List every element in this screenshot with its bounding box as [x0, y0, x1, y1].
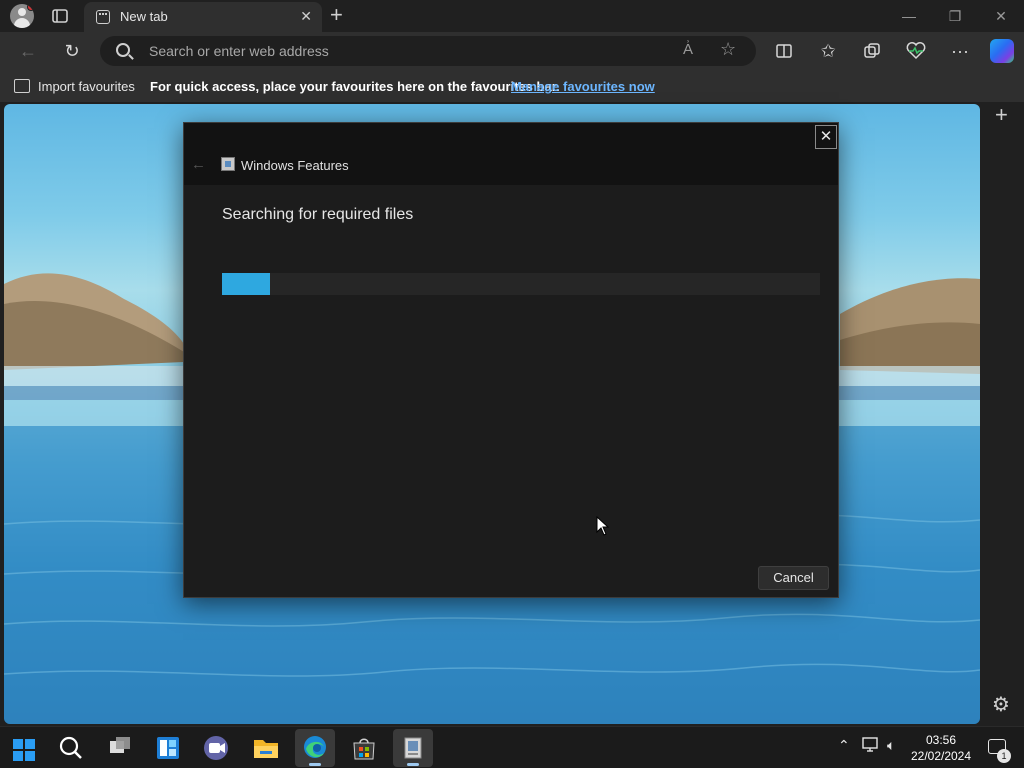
microsoft-store-button[interactable] [344, 729, 384, 767]
profile-avatar-icon[interactable] [10, 4, 34, 28]
network-icon[interactable] [862, 737, 880, 756]
start-button[interactable] [2, 729, 42, 767]
refresh-icon[interactable]: ↻ [60, 39, 84, 63]
favorites-bar-message: For quick access, place your favourites … [150, 79, 560, 94]
windows-features-dialog: ← Windows Features ✕ Searching for requi… [183, 122, 839, 598]
import-favorites-icon [14, 79, 30, 93]
favorites-bar: Import favourites For quick access, plac… [0, 70, 1024, 102]
new-tab-button[interactable]: + [330, 3, 343, 27]
dialog-header: ← Windows Features ✕ [184, 123, 838, 185]
sidebar-settings-gear-icon[interactable]: ⚙ [992, 692, 1010, 717]
mouse-pointer-icon [596, 516, 610, 536]
teams-chat-button[interactable] [196, 729, 236, 767]
windows-features-app-icon [221, 157, 235, 171]
taskbar-clock[interactable]: 03:56 22/02/2024 [904, 732, 978, 764]
search-icon [116, 43, 130, 57]
task-view-button[interactable] [100, 729, 140, 767]
collections-icon[interactable] [860, 39, 884, 63]
import-favorites-button[interactable]: Import favourites [38, 79, 135, 94]
windows-features-taskbar-button[interactable] [393, 729, 433, 767]
read-aloud-icon[interactable]: A͗ [683, 41, 693, 58]
file-explorer-button[interactable] [246, 729, 286, 767]
tab-label: New tab [120, 9, 168, 24]
close-tab-icon[interactable]: ✕ [300, 8, 312, 25]
minimize-button[interactable]: — [886, 0, 932, 32]
edge-taskbar-button[interactable] [295, 729, 335, 767]
progress-bar [222, 273, 820, 295]
notification-count-badge: 1 [997, 749, 1011, 763]
browser-toolbar: ← ↻ Search or enter web address A͗ ☆ ✩ ·… [0, 32, 1024, 70]
browser-titlebar: New tab ✕ + — ❐ ✕ [0, 0, 1024, 32]
cancel-button[interactable]: Cancel [758, 566, 829, 590]
tab-new-tab[interactable]: New tab ✕ [84, 2, 322, 32]
clock-time: 03:56 [925, 733, 957, 747]
volume-muted-icon[interactable]: 🔈︎ [887, 737, 895, 754]
manage-favorites-link[interactable]: Manage favourites now [511, 79, 655, 94]
taskbar: ⌃ 🔈︎ 03:56 22/02/2024 1 [0, 726, 1024, 768]
close-window-button[interactable]: ✕ [978, 0, 1024, 32]
tab-actions-icon[interactable] [48, 4, 72, 28]
address-bar[interactable]: Search or enter web address A͗ ☆ [100, 36, 756, 66]
address-placeholder: Search or enter web address [149, 43, 329, 59]
widgets-button[interactable] [148, 729, 188, 767]
dialog-status-text: Searching for required files [222, 206, 414, 223]
dialog-title: Windows Features [241, 158, 349, 173]
windows-logo-icon [13, 739, 35, 761]
back-arrow-icon: ← [191, 156, 206, 173]
back-arrow-icon[interactable]: ← [16, 39, 40, 63]
newtab-page-icon [96, 10, 110, 24]
dialog-close-button[interactable]: ✕ [815, 125, 837, 149]
more-options-icon[interactable]: ··· [948, 39, 972, 63]
edge-sidebar: + ⚙ [984, 102, 1024, 726]
split-screen-icon[interactable] [772, 39, 796, 63]
copilot-icon[interactable] [990, 39, 1014, 63]
add-favorite-star-icon[interactable]: ☆ [720, 39, 736, 60]
restore-button[interactable]: ❐ [932, 0, 978, 32]
progress-bar-fill [222, 273, 270, 295]
show-hidden-icons-chevron-up-icon[interactable]: ⌃ [838, 737, 850, 754]
favorites-icon[interactable]: ✩ [816, 39, 840, 63]
add-sidebar-app-icon[interactable]: + [995, 102, 1008, 128]
taskbar-search-button[interactable] [51, 729, 91, 767]
clock-date: 22/02/2024 [910, 749, 972, 763]
browser-essentials-heart-icon[interactable] [904, 39, 928, 63]
